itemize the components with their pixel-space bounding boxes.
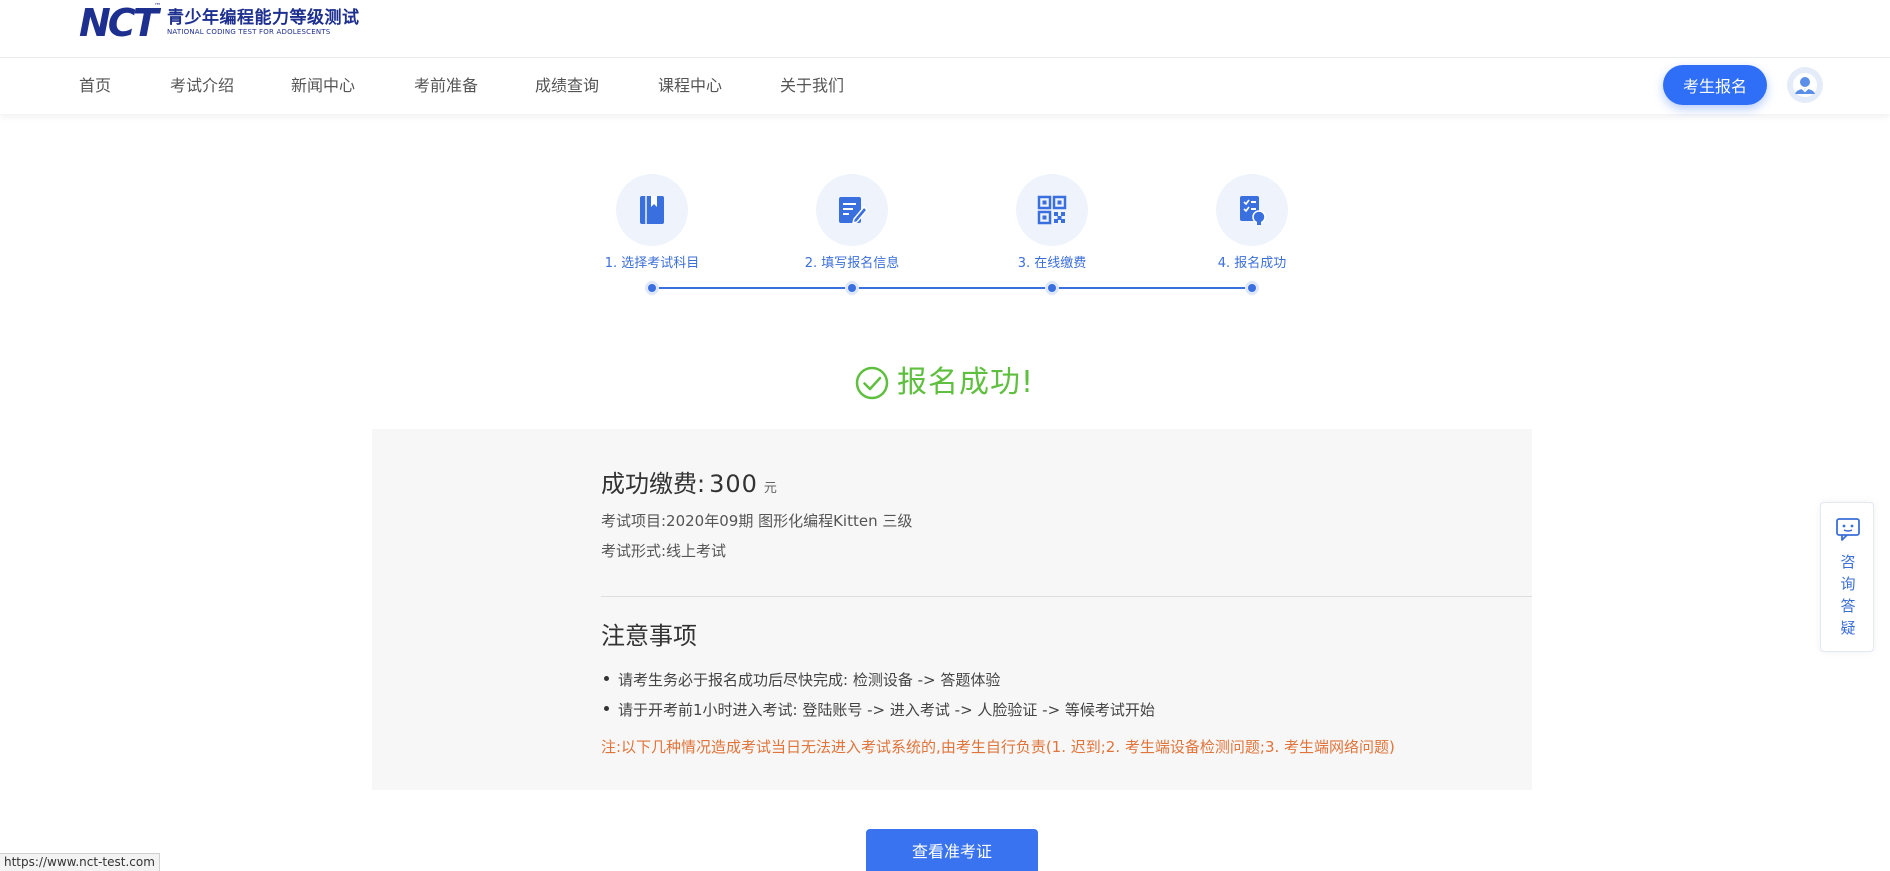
success-title: 报名成功!	[897, 365, 1035, 400]
checklist-icon	[1240, 196, 1266, 225]
step-dot	[1245, 281, 1259, 295]
step-label: 3. 在线缴费	[1017, 256, 1087, 271]
consult-char: 咨	[1840, 553, 1856, 571]
step-dot	[845, 281, 859, 295]
payment-label: 成功缴费:	[601, 470, 706, 498]
consult-label: 咨 询 答 疑	[1821, 551, 1875, 639]
nav-item-courses[interactable]: 课程中心	[658, 76, 722, 96]
step-label: 2. 填写报名信息	[804, 256, 900, 271]
step-connector	[1052, 287, 1252, 289]
payment-summary: 成功缴费: 300 元	[601, 464, 777, 499]
step-circle	[1216, 174, 1288, 246]
step-connector	[652, 287, 852, 289]
user-avatar-icon	[1793, 73, 1817, 97]
step-dot	[1045, 281, 1059, 295]
status-bar-url: https://www.nct-test.com	[0, 853, 160, 871]
signup-button[interactable]: 考生报名	[1663, 65, 1767, 105]
bullet-dot	[604, 676, 609, 681]
step-circle	[616, 174, 688, 246]
bullet-dot	[604, 706, 609, 711]
step-dot	[645, 281, 659, 295]
step-select-subject: 1. 选择考试科目	[582, 174, 722, 272]
notice-item-text: 请考生务必于报名成功后尽快完成: 检测设备 -> 答题体验	[618, 671, 1001, 689]
payment-unit: 元	[763, 481, 777, 496]
notice-item: 请于开考前1小时进入考试: 登陆账号 -> 进入考试 -> 人脸验证 -> 等候…	[604, 700, 1155, 720]
main-nav: 首页 考试介绍 新闻中心 考前准备 成绩查询 课程中心 关于我们 考生报名	[0, 58, 1890, 114]
view-admission-ticket-button[interactable]: 查看准考证	[866, 829, 1038, 871]
payment-amount: 300	[709, 470, 758, 498]
step-connector	[852, 287, 1052, 289]
success-banner: 报名成功!	[855, 365, 1034, 401]
logo-mark-text: NCT	[79, 1, 159, 45]
step-circle	[816, 174, 888, 246]
nav-item-about[interactable]: 关于我们	[780, 76, 844, 96]
check-circle-icon	[855, 366, 889, 400]
logo-title-cn: 青少年编程能力等级测试	[167, 7, 360, 28]
qr-code-icon	[1037, 195, 1067, 225]
divider	[601, 596, 1532, 597]
consult-char: 疑	[1840, 619, 1856, 637]
chat-icon	[1836, 518, 1860, 541]
step-online-payment: 3. 在线缴费	[982, 174, 1122, 272]
book-icon	[640, 196, 664, 224]
nav-item-exam-intro[interactable]: 考试介绍	[170, 76, 234, 96]
step-label: 4. 报名成功	[1217, 256, 1287, 271]
step-circle	[1016, 174, 1088, 246]
exam-item: 考试项目:2020年09期 图形化编程Kitten 三级	[601, 512, 913, 530]
site-logo[interactable]: NCT ™ 青少年编程能力等级测试 NATIONAL CODING TEST F…	[79, 0, 360, 44]
step-signup-success: 4. 报名成功	[1182, 174, 1322, 272]
consult-char: 询	[1840, 575, 1856, 593]
logo-trademark: ™	[154, 2, 161, 10]
nav-item-news[interactable]: 新闻中心	[291, 76, 355, 96]
notice-warning: 注:以下几种情况造成考试当日无法进入考试系统的,由考生自行负责(1. 迟到;2.…	[601, 738, 1395, 756]
header-logo-bar: NCT ™ 青少年编程能力等级测试 NATIONAL CODING TEST F…	[0, 0, 1890, 58]
step-label: 1. 选择考试科目	[604, 256, 700, 271]
notice-title: 注意事项	[601, 622, 697, 650]
nav-item-exam-prep[interactable]: 考前准备	[414, 76, 478, 96]
nct-logo-mark: NCT ™	[79, 1, 161, 45]
consult-char: 答	[1840, 597, 1856, 615]
consult-sidebar[interactable]: 咨 询 答 疑	[1820, 502, 1874, 652]
step-fill-info: 2. 填写报名信息	[782, 174, 922, 272]
user-avatar[interactable]	[1787, 67, 1823, 103]
logo-title-en: NATIONAL CODING TEST FOR ADOLESCENTS	[167, 27, 331, 36]
notice-item-text: 请于开考前1小时进入考试: 登陆账号 -> 进入考试 -> 人脸验证 -> 等候…	[618, 701, 1155, 719]
notice-item: 请考生务必于报名成功后尽快完成: 检测设备 -> 答题体验	[604, 670, 1000, 690]
nav-item-home[interactable]: 首页	[79, 76, 111, 96]
signup-result-panel: 成功缴费: 300 元 考试项目:2020年09期 图形化编程Kitten 三级…	[372, 429, 1532, 790]
exam-format: 考试形式:线上考试	[601, 542, 727, 560]
edit-form-icon	[839, 197, 868, 225]
nav-item-score-query[interactable]: 成绩查询	[535, 76, 599, 96]
